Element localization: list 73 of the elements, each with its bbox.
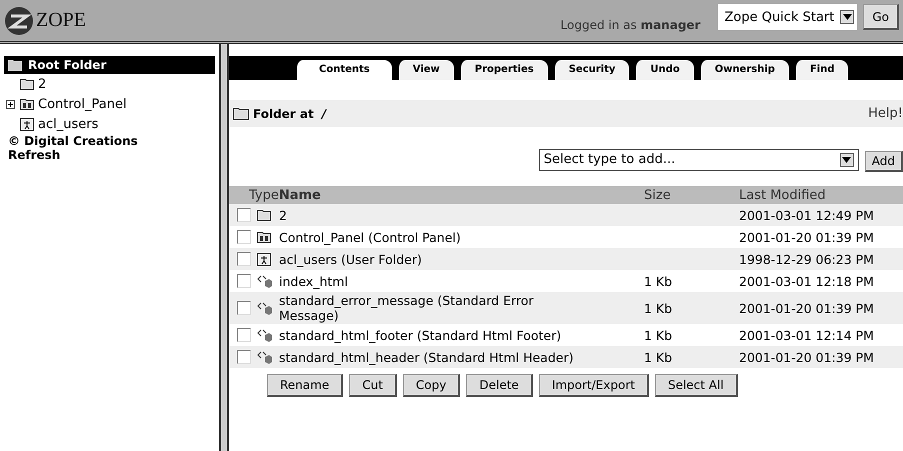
add-type-select[interactable]: Select type to add... xyxy=(538,148,859,170)
row-checkbox[interactable] xyxy=(237,208,251,222)
logo-icon xyxy=(4,6,34,36)
item-link[interactable]: standard_html_footer (Standard Html Footer) xyxy=(279,328,562,342)
help-link[interactable]: Help! xyxy=(868,106,903,121)
column-header: Size xyxy=(644,188,672,202)
modified-cell: 2001-03-01 12:49 PM xyxy=(739,208,874,222)
user-folder-icon xyxy=(20,118,34,130)
refresh-link[interactable]: Refresh xyxy=(8,148,215,162)
row-checkbox[interactable] xyxy=(237,230,251,244)
row-checkbox[interactable] xyxy=(237,350,251,364)
modified-cell: 2001-01-20 01:39 PM xyxy=(739,300,874,316)
document-icon xyxy=(257,302,273,314)
size-cell: 1 Kb xyxy=(644,328,672,342)
size-cell: 1 Kb xyxy=(644,350,672,364)
add-button[interactable]: Add xyxy=(864,151,903,172)
modified-cell: 2001-01-20 01:39 PM xyxy=(739,350,874,364)
tree-root[interactable]: Root Folder xyxy=(4,56,215,74)
tab[interactable]: Find xyxy=(794,60,848,80)
item-link[interactable]: standard_html_header (Standard Html Header) xyxy=(279,350,574,364)
row-checkbox[interactable] xyxy=(237,328,251,342)
tree-item[interactable]: Control_Panel xyxy=(38,96,127,112)
tree-item[interactable]: acl_users xyxy=(38,116,98,132)
logo-text: ZOPE xyxy=(36,9,86,32)
row-checkbox[interactable] xyxy=(237,252,251,266)
login-status: Logged in as manager xyxy=(560,18,700,32)
column-header[interactable]: Name xyxy=(278,188,321,202)
quick-start-select[interactable]: Zope Quick Start xyxy=(718,4,858,30)
tab[interactable]: Security xyxy=(552,60,630,80)
size-cell: 1 Kb xyxy=(644,274,672,288)
location-label: Folder at xyxy=(253,106,314,120)
modified-cell: 2001-01-20 01:39 PM xyxy=(739,230,874,244)
tab[interactable]: Properties xyxy=(458,60,548,80)
user-folder-icon xyxy=(257,252,271,266)
column-header: Last Modified xyxy=(739,188,827,202)
document-icon xyxy=(257,328,273,342)
folder-icon xyxy=(20,78,34,90)
tab[interactable]: View xyxy=(396,60,454,80)
tab[interactable]: Undo xyxy=(634,60,694,80)
expand-icon[interactable] xyxy=(6,100,14,108)
action-button[interactable]: Cut xyxy=(349,374,397,397)
item-link[interactable]: standard_error_message (Standard Error Message) xyxy=(279,293,594,323)
modified-cell: 2001-03-01 12:14 PM xyxy=(739,328,874,342)
document-icon xyxy=(257,274,273,288)
dropdown-arrow-icon xyxy=(842,14,852,20)
path-link[interactable]: / xyxy=(322,106,326,120)
dropdown-arrow-icon xyxy=(842,156,852,162)
column-header: Type xyxy=(249,188,279,202)
item-link[interactable]: index_html xyxy=(279,274,348,288)
modified-cell: 1998-12-29 06:23 PM xyxy=(739,252,874,266)
item-link[interactable]: acl_users (User Folder) xyxy=(279,252,422,266)
row-checkbox[interactable] xyxy=(237,301,251,315)
action-button[interactable]: Rename xyxy=(267,374,344,397)
folder-icon xyxy=(233,107,249,120)
action-button[interactable]: Copy xyxy=(402,374,460,397)
item-link[interactable]: 2 xyxy=(279,208,287,222)
action-button[interactable]: Delete xyxy=(466,374,533,397)
tree-item[interactable]: 2 xyxy=(38,76,46,92)
tab[interactable]: Contents xyxy=(295,60,392,80)
action-button[interactable]: Import/Export xyxy=(538,374,649,397)
copyright-link[interactable]: © Digital Creations xyxy=(8,134,215,148)
folder-icon xyxy=(8,59,22,71)
row-checkbox[interactable] xyxy=(237,274,251,288)
document-icon xyxy=(257,350,273,364)
modified-cell: 2001-03-01 12:18 PM xyxy=(739,274,874,288)
go-button[interactable]: Go xyxy=(863,4,899,30)
action-button[interactable]: Select All xyxy=(654,374,738,397)
item-link[interactable]: Control_Panel (Control Panel) xyxy=(279,230,461,244)
tab[interactable]: Ownership xyxy=(698,60,789,80)
control-panel-icon xyxy=(257,231,271,243)
folder-icon xyxy=(257,209,271,221)
control-panel-icon xyxy=(20,98,34,110)
size-cell: 1 Kb xyxy=(644,300,672,316)
